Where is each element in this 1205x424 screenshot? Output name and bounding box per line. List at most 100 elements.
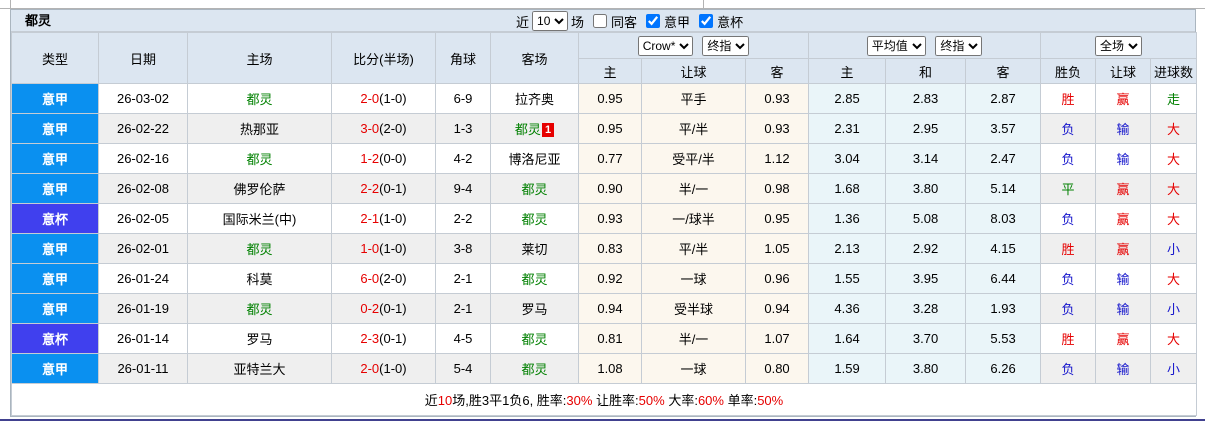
summary-segment: 大率: [664, 393, 698, 408]
table-row: 意甲 26-02-01 都灵 1-0(1-0) 3-8 莱切 0.83 平/半 1.05 2.13… [11, 233, 1198, 264]
ah-line: 半/一 [641, 323, 746, 354]
ah-line: 受半球 [641, 293, 746, 324]
home-team-cell: 热那亚 [187, 113, 332, 144]
summary-segment: 50% [638, 393, 665, 408]
ah-line: 一球 [641, 353, 746, 384]
away-team-cell: 都灵 [490, 263, 579, 294]
recent-label: 近 [516, 14, 530, 30]
score-cell: 6-0(2-0) [331, 263, 436, 294]
result-handicap: 赢 [1095, 203, 1152, 234]
score-cell: 2-3(0-1) [331, 323, 436, 354]
ah-home-odds: 0.83 [578, 233, 642, 264]
away-team-cell: 博洛尼亚 [490, 143, 579, 174]
away-team-cell: 都灵 [490, 203, 579, 234]
ah-home-odds: 0.94 [578, 293, 642, 324]
subheader-eu-away: 客 [965, 58, 1042, 84]
ah-company-select[interactable]: Crow* [637, 35, 693, 56]
result-goals: 小 [1150, 293, 1198, 324]
league-type-cell: 意甲 [11, 173, 99, 204]
eu-home-odds: 1.36 [808, 203, 887, 234]
fulltime-score: 1-0 [360, 241, 380, 256]
eu-away-odds: 5.14 [965, 173, 1042, 204]
subheader-eu-home: 主 [808, 58, 887, 84]
corners-cell: 2-2 [435, 203, 491, 234]
serie-a-checkbox[interactable] [646, 14, 661, 28]
result-goals: 小 [1150, 353, 1198, 384]
team-title: 都灵 [25, 13, 52, 28]
corners-cell: 5-4 [435, 353, 491, 384]
top-divider [0, 0, 1205, 9]
ah-home-odds: 0.90 [578, 173, 642, 204]
away-team-cell: 罗马 [490, 293, 579, 324]
eu-home-odds: 4.36 [808, 293, 887, 324]
subheader-ah-home: 主 [578, 58, 642, 84]
fulltime-score: 1-2 [360, 151, 380, 166]
home-team-cell: 罗马 [187, 323, 332, 354]
eu-draw-odds: 2.92 [885, 233, 967, 264]
ah-away-odds: 0.94 [744, 293, 810, 324]
corners-cell: 4-2 [435, 143, 491, 174]
eu-away-odds: 6.26 [965, 353, 1042, 384]
halftime-score: (0-1) [379, 181, 407, 196]
ah-home-odds: 0.92 [578, 263, 642, 294]
away-team-cell: 莱切 [490, 233, 579, 264]
score-cell: 1-2(0-0) [331, 143, 436, 174]
score-cell: 2-0(1-0) [331, 83, 436, 114]
eu-home-odds: 1.68 [808, 173, 887, 204]
eu-home-odds: 2.13 [808, 233, 887, 264]
subheader-goals-result: 进球数 [1150, 58, 1198, 84]
eu-home-odds: 2.85 [808, 83, 887, 114]
ah-home-odds: 0.81 [578, 323, 642, 354]
corners-cell: 2-1 [435, 263, 491, 294]
halftime-score: (2-0) [379, 121, 407, 136]
eu-away-odds: 5.53 [965, 323, 1042, 354]
date-cell: 26-02-01 [98, 233, 188, 264]
ah-home-odds: 0.95 [578, 113, 642, 144]
result-outcome: 负 [1040, 203, 1097, 234]
subheader-handicap-result: 让球 [1095, 58, 1152, 84]
subheader-ah-line: 让球 [641, 58, 746, 84]
corners-cell: 6-9 [435, 83, 491, 114]
away-team-cell: 拉齐奥 [490, 83, 579, 114]
result-outcome: 负 [1040, 353, 1097, 384]
result-outcome: 胜 [1040, 233, 1097, 264]
eu-time-select[interactable]: 终指 [935, 35, 983, 56]
col-header-corner: 角球 [435, 32, 491, 84]
matches-count-select[interactable]: 10 [532, 11, 569, 31]
ah-away-odds: 0.93 [744, 113, 810, 144]
result-handicap: 赢 [1095, 233, 1152, 264]
corners-cell: 9-4 [435, 173, 491, 204]
league-type-cell: 意杯 [11, 323, 99, 354]
result-scope-select[interactable]: 全场 [1095, 35, 1143, 56]
col-header-score: 比分(半场) [331, 32, 436, 84]
coppa-italia-checkbox[interactable] [699, 14, 714, 28]
result-goals: 大 [1150, 173, 1198, 204]
home-team-cell: 都灵 [187, 143, 332, 174]
home-team-cell: 亚特兰大 [187, 353, 332, 384]
date-cell: 26-01-24 [98, 263, 188, 294]
fulltime-score: 2-2 [360, 181, 380, 196]
ah-line: 平/半 [641, 233, 746, 264]
league-type-cell: 意甲 [11, 233, 99, 264]
eu-away-odds: 2.47 [965, 143, 1042, 174]
summary-footer: 近10场,胜3平1负6, 胜率:30% 让胜率:50% 大率:60% 单率:50… [10, 383, 1198, 416]
halftime-score: (0-0) [379, 151, 407, 166]
home-team-cell: 都灵 [187, 293, 332, 324]
result-goals: 大 [1150, 323, 1198, 354]
result-outcome: 负 [1040, 293, 1097, 324]
ah-time-select[interactable]: 终指 [702, 35, 750, 56]
eu-away-odds: 4.15 [965, 233, 1042, 264]
table-row: 意甲 26-03-02 都灵 2-0(1-0) 6-9 拉齐奥 0.95 平手 0.93 2.85… [11, 83, 1198, 114]
eu-draw-odds: 3.95 [885, 263, 967, 294]
league-type-cell: 意杯 [11, 203, 99, 234]
fulltime-score: 2-0 [360, 361, 380, 376]
table-row: 意甲 26-02-16 都灵 1-2(0-0) 4-2 博洛尼亚 0.77 受平/半 1.12 3… [11, 143, 1198, 174]
same-away-checkbox[interactable] [593, 14, 608, 28]
halftime-score: (2-0) [379, 271, 407, 286]
eu-company-select[interactable]: 平均值 [866, 35, 926, 56]
league-type-cell: 意甲 [11, 263, 99, 294]
result-outcome: 负 [1040, 113, 1097, 144]
fulltime-score: 3-0 [360, 121, 380, 136]
result-outcome: 平 [1040, 173, 1097, 204]
corners-cell: 1-3 [435, 113, 491, 144]
